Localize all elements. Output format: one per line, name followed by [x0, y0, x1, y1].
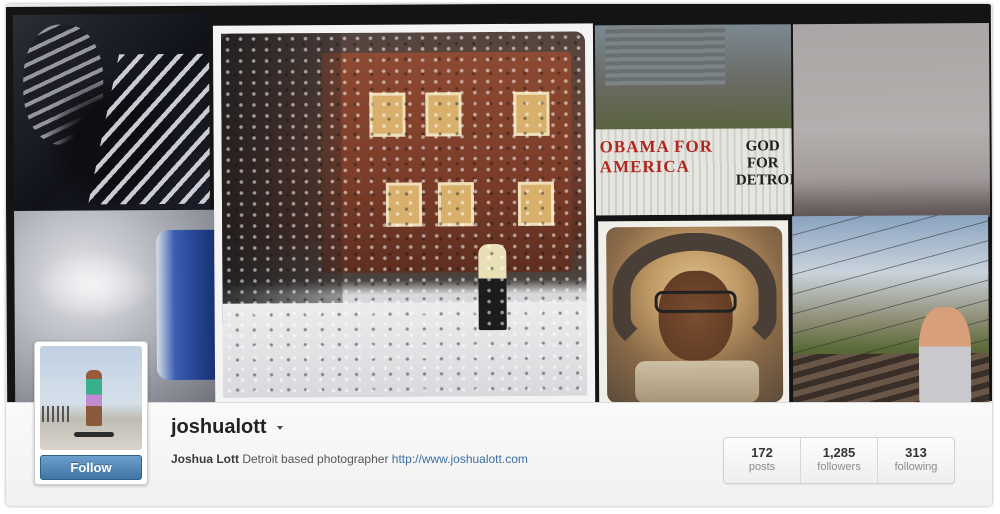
photo-detail — [156, 229, 216, 381]
bio-text: Detroit based photographer — [242, 452, 389, 466]
graffiti-right: GOD FOR DETROIT — [735, 138, 793, 189]
photo-detail — [793, 177, 991, 219]
photo-detail — [86, 370, 102, 426]
photo-detail — [220, 31, 588, 398]
photo-detail — [634, 360, 760, 404]
stat-count: 172 — [751, 445, 773, 460]
stat-count: 1,285 — [822, 445, 856, 460]
photo-tile-shadow-portrait[interactable] — [12, 13, 211, 210]
photo-image — [606, 226, 784, 404]
photo-tile-rainy-window[interactable] — [212, 23, 596, 406]
photo-detail — [604, 24, 726, 86]
photo-tile-fence-graffiti[interactable]: OBAMA FOR AMERICA GOD FOR DETROIT — [594, 24, 793, 216]
profile-stats: 172 posts 1,285 followers 313 following — [723, 437, 955, 484]
stat-label: posts — [748, 461, 776, 473]
photo-mosaic: OBAMA FOR AMERICA GOD FOR DETROIT — [6, 4, 992, 410]
full-name: Joshua Lott — [171, 452, 239, 466]
avatar[interactable] — [40, 346, 142, 450]
stat-label: followers — [817, 461, 861, 473]
photo-tile-fur-hood[interactable] — [598, 220, 790, 410]
photo-detail — [918, 307, 972, 406]
graffiti-left: OBAMA FOR AMERICA — [599, 136, 714, 177]
profile-header: OBAMA FOR AMERICA GOD FOR DETROIT — [6, 4, 992, 506]
stat-label: following — [894, 461, 938, 473]
photo-detail — [34, 250, 155, 321]
photo-detail — [42, 406, 70, 422]
stat-count: 313 — [905, 445, 927, 460]
avatar-card: Follow — [34, 341, 148, 485]
photo-tile-fog[interactable] — [792, 23, 991, 219]
photo-detail — [654, 290, 737, 314]
stat-posts[interactable]: 172 posts — [724, 438, 800, 483]
profile-bio: Joshua Lott Detroit based photographer h… — [171, 452, 528, 466]
stat-following[interactable]: 313 following — [877, 438, 954, 483]
photo-tile-train-platform[interactable] — [792, 215, 990, 407]
caret-down-icon[interactable] — [277, 426, 283, 430]
username: joshualott — [171, 416, 267, 438]
website-link[interactable]: http://www.joshualott.com — [392, 452, 528, 466]
follow-button[interactable]: Follow — [40, 455, 142, 480]
photo-detail — [658, 270, 733, 362]
stat-followers[interactable]: 1,285 followers — [800, 438, 877, 483]
photo-image — [220, 31, 588, 398]
photo-detail — [74, 432, 114, 437]
